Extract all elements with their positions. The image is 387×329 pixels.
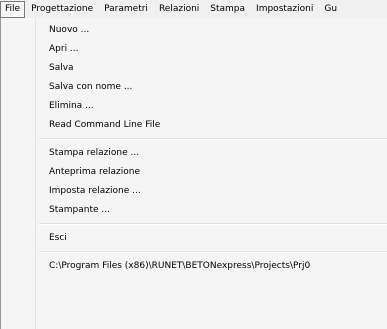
- file-menu-items: Nuovo ... Apri ... Salva Salva con nome …: [1, 21, 387, 276]
- file-dropdown-menu: Nuovo ... Apri ... Salva Salva con nome …: [0, 18, 387, 329]
- menu-item-salva-con-nome[interactable]: Salva con nome ...: [1, 78, 387, 97]
- menu-item-read-command-line-file[interactable]: Read Command Line File: [1, 116, 387, 135]
- menu-stampa[interactable]: Stampa: [205, 1, 250, 18]
- menu-guida[interactable]: Gu: [319, 1, 342, 18]
- menu-item-anteprima-relazione[interactable]: Anteprima relazione: [1, 163, 387, 182]
- menu-bar: File Progettazione Parametri Relazioni S…: [0, 0, 387, 19]
- menu-item-esci[interactable]: Esci: [1, 229, 387, 248]
- menu-parametri[interactable]: Parametri: [99, 1, 153, 18]
- menu-separator: [39, 138, 387, 140]
- menu-item-stampa-relazione[interactable]: Stampa relazione ...: [1, 144, 387, 163]
- menu-item-imposta-relazione[interactable]: Imposta relazione ...: [1, 182, 387, 201]
- menu-progettazione[interactable]: Progettazione: [26, 1, 98, 18]
- menu-item-stampante[interactable]: Stampante ...: [1, 201, 387, 220]
- menu-separator: [39, 223, 387, 225]
- menu-item-recent-file[interactable]: C:\Program Files (x86)\RUNET\BETONexpres…: [1, 257, 387, 276]
- menu-item-apri[interactable]: Apri ...: [1, 40, 387, 59]
- menu-separator: [39, 251, 387, 253]
- menu-item-elimina[interactable]: Elimina ...: [1, 97, 387, 116]
- menu-item-nuovo[interactable]: Nuovo ...: [1, 21, 387, 40]
- application-window: File Progettazione Parametri Relazioni S…: [0, 0, 387, 329]
- menu-item-salva[interactable]: Salva: [1, 59, 387, 78]
- menu-relazioni[interactable]: Relazioni: [154, 1, 204, 18]
- menu-impostazioni[interactable]: Impostazioni: [251, 1, 318, 18]
- menu-file[interactable]: File: [0, 0, 26, 18]
